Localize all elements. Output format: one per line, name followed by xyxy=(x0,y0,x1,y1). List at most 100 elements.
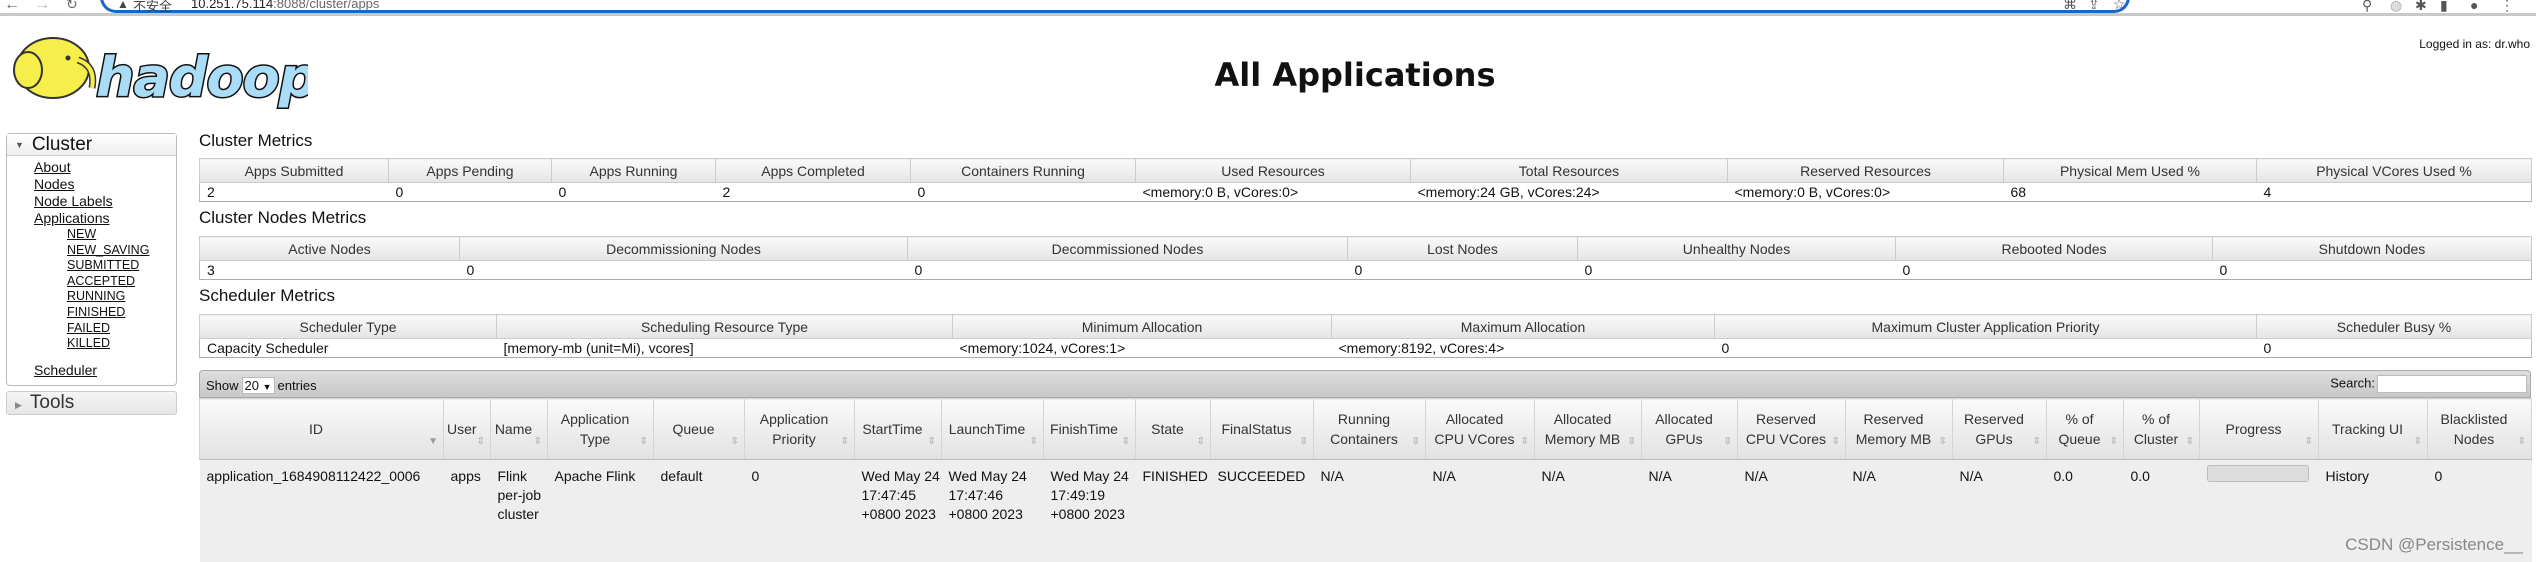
cell-alloc-cpu: N/A xyxy=(1425,459,1535,562)
entries-select[interactable]: 20 ▼ xyxy=(241,377,275,394)
column-header-reserved-memory-mb[interactable]: Reserved Memory MB ⇳ xyxy=(1845,398,1953,460)
sidebar-link-about[interactable]: About xyxy=(34,159,71,176)
sidebar-state-new[interactable]: NEW xyxy=(67,227,96,243)
browser-menu-icon[interactable]: ⋮ xyxy=(2500,0,2514,14)
side-panel-icon[interactable]: ▮ xyxy=(2440,0,2448,14)
metric-link[interactable]: 0 xyxy=(915,262,923,278)
column-header-finishtime[interactable]: FinishTime ⇳ xyxy=(1043,398,1136,460)
sidebar-state-failed[interactable]: FAILED xyxy=(67,321,110,337)
column-header-allocated-cpu-vcores[interactable]: Allocated CPU VCores ⇳ xyxy=(1425,398,1535,460)
cell-start: Wed May 24 17:47:45 +0800 2023 xyxy=(854,459,942,562)
nodes-metrics-section: Cluster Nodes Metrics Active Nodes Decomm… xyxy=(199,208,2532,280)
sidebar-link-nodes[interactable]: Nodes xyxy=(34,176,74,193)
column-header-launchtime[interactable]: LaunchTime ⇳ xyxy=(941,398,1044,460)
sidebar-state-submitted[interactable]: SUBMITTED xyxy=(67,258,139,274)
header-row: ID ▼ User ⇳ Name ⇳ Application Type ⇳ Queue ⇳ Appl… xyxy=(199,398,2532,460)
column-header-state[interactable]: State ⇳ xyxy=(1135,398,1211,460)
cell-res-cpu: N/A xyxy=(1737,459,1846,562)
sort-icon: ⇳ xyxy=(1723,436,1732,447)
column-header-application-type[interactable]: Application Type ⇳ xyxy=(547,398,654,460)
column-label: Allocated CPU VCores xyxy=(1434,411,1515,447)
cell-final-status: SUCCEEDED xyxy=(1210,459,1314,562)
column-header-name[interactable]: Name ⇳ xyxy=(490,398,548,460)
metric-link[interactable]: 0 xyxy=(1585,262,1593,278)
triangle-down-icon: ▼ xyxy=(15,140,24,150)
sidebar-link-scheduler[interactable]: Scheduler xyxy=(34,362,97,379)
metric-link[interactable]: 3 xyxy=(207,262,215,278)
back-icon[interactable]: ← xyxy=(4,0,20,14)
metric-link[interactable]: 0 xyxy=(2220,262,2228,278)
extension-2-icon[interactable]: ◍ xyxy=(2390,0,2402,14)
column-header-finalstatus[interactable]: FinalStatus ⇳ xyxy=(1210,398,1314,460)
column-header-id[interactable]: ID ▼ xyxy=(199,398,444,460)
sidebar-link-node-labels[interactable]: Node Labels xyxy=(34,193,113,210)
column-label: StartTime xyxy=(862,421,923,437)
cell-progress-percent xyxy=(2199,459,2319,562)
sidebar-state-finished[interactable]: FINISHED xyxy=(67,305,125,321)
column-header-progress[interactable]: Progress ⇳ xyxy=(2199,398,2319,460)
column-label: Reserved Memory MB xyxy=(1855,411,1932,447)
cluster-section-header[interactable]: ▼ Cluster xyxy=(7,134,176,156)
sidebar-state-running[interactable]: RUNNING xyxy=(67,289,125,305)
column-header: Used Resources xyxy=(1135,158,1411,183)
profile-avatar-icon[interactable]: ● xyxy=(2470,0,2478,13)
bookmark-star-icon[interactable]: ☆ xyxy=(2113,0,2126,13)
sidebar-state-killed[interactable]: KILLED xyxy=(67,336,110,352)
column-header: Apps Pending xyxy=(388,158,552,183)
column-header-user[interactable]: User ⇳ xyxy=(443,398,491,460)
sort-icon: ⇳ xyxy=(2109,436,2118,447)
column-header-blacklisted-nodes[interactable]: Blacklisted Nodes ⇳ xyxy=(2427,398,2532,460)
metric-cell: 0 xyxy=(2212,260,2532,280)
sidebar-link-applications[interactable]: Applications xyxy=(34,210,110,227)
metric-link[interactable]: 0 xyxy=(1355,262,1363,278)
column-header-allocated-gpus[interactable]: Allocated GPUs ⇳ xyxy=(1641,398,1738,460)
progress-bar xyxy=(2206,465,2309,482)
hadoop-logo[interactable]: hadoop xyxy=(8,30,319,113)
reload-icon[interactable]: ↻ xyxy=(66,0,78,13)
cell-alloc-gpu: N/A xyxy=(1641,459,1738,562)
tracking-ui-link[interactable]: History xyxy=(2326,468,2370,484)
nodes-metrics-table: Active Nodes Decommissioning Nodes Decommi… xyxy=(199,236,2532,280)
column-header-reserved-cpu-vcores[interactable]: Reserved CPU VCores ⇳ xyxy=(1737,398,1846,460)
header-row: Apps Submitted Apps Pending Apps Running Ap… xyxy=(199,158,2532,183)
column-header-starttime[interactable]: StartTime ⇳ xyxy=(854,398,942,460)
sidebar-state-accepted[interactable]: ACCEPTED xyxy=(67,274,135,290)
entries-label: entries xyxy=(277,378,317,393)
application-states: NEW NEW_SAVING SUBMITTED ACCEPTED RUNNING FIN… xyxy=(34,227,176,352)
column-header: Maximum Allocation xyxy=(1331,314,1715,339)
security-label[interactable]: 不安全 xyxy=(133,0,172,15)
column-header-application-priority[interactable]: Application Priority ⇳ xyxy=(744,398,855,460)
column-header--of-queue[interactable]: % of Queue ⇳ xyxy=(2046,398,2124,460)
sort-icon: ⇳ xyxy=(1029,436,1038,447)
tools-section-header[interactable]: ▶ Tools xyxy=(6,390,177,415)
column-header: Rebooted Nodes xyxy=(1895,236,2213,261)
nodes-metrics-heading: Cluster Nodes Metrics xyxy=(199,208,367,227)
share-icon[interactable]: ⇪ xyxy=(2088,0,2100,13)
column-header: Containers Running xyxy=(910,158,1136,183)
column-header-tracking-ui[interactable]: Tracking UI ⇳ xyxy=(2318,398,2428,460)
column-header-running-containers[interactable]: Running Containers ⇳ xyxy=(1313,398,1426,460)
column-label: Progress xyxy=(2225,421,2282,437)
url-text[interactable]: 10.251.75.114:8088/cluster/apps xyxy=(191,0,379,11)
address-bar[interactable]: ▲ 不安全 10.251.75.114:8088/cluster/apps ⌘ … xyxy=(100,0,2130,15)
chevron-down-icon: ▼ xyxy=(262,382,272,392)
column-header--of-cluster[interactable]: % of Cluster ⇳ xyxy=(2123,398,2200,460)
tools-label: Tools xyxy=(29,391,75,413)
metric-link[interactable]: 0 xyxy=(467,262,475,278)
column-header-queue[interactable]: Queue ⇳ xyxy=(653,398,745,460)
forward-icon[interactable]: → xyxy=(34,0,50,14)
sort-icon: ⇳ xyxy=(1831,436,1840,447)
sort-icon: ⇳ xyxy=(2304,436,2313,447)
sidebar-state-new_saving[interactable]: NEW_SAVING xyxy=(67,243,149,259)
extension-icon[interactable]: ⚲ xyxy=(2362,0,2372,14)
column-header-reserved-gpus[interactable]: Reserved GPUs ⇳ xyxy=(1952,398,2047,460)
column-header-allocated-memory-mb[interactable]: Allocated Memory MB ⇳ xyxy=(1534,398,1642,460)
metric-link[interactable]: 0 xyxy=(1903,262,1911,278)
cluster-links: About Nodes Node Labels Applications NEW NEW_… xyxy=(7,156,176,385)
translate-icon[interactable]: ⌘ xyxy=(2063,0,2077,13)
column-label: % of Queue xyxy=(2058,411,2101,447)
application-id-link[interactable]: application_1684908112422_0006 xyxy=(207,468,421,484)
puzzle-extensions-icon[interactable]: ✱ xyxy=(2415,0,2427,14)
column-label: State xyxy=(1151,421,1184,437)
search-input[interactable] xyxy=(2377,375,2527,393)
